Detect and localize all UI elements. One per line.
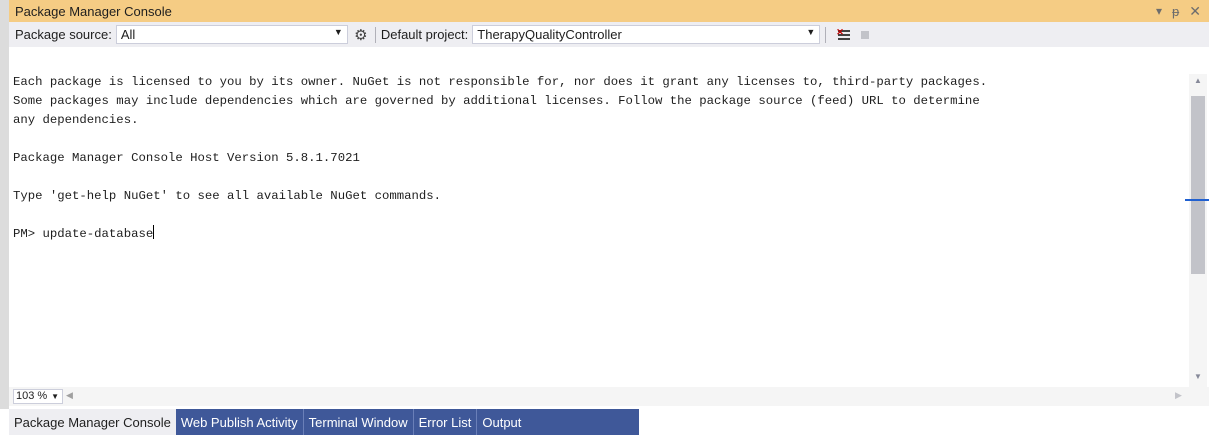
text-caret [153,225,155,239]
tab-web-publish-activity[interactable]: Web Publish Activity [176,409,304,435]
console-input-line[interactable]: PM> update-database [13,225,1175,244]
tab-output[interactable]: Output [477,409,526,435]
default-project-value: TherapyQualityController [477,27,622,42]
dropdown-icon[interactable]: ▾ [1156,4,1162,18]
close-icon[interactable]: ✕ [1189,3,1201,20]
vertical-scrollbar[interactable]: ▲ ▼ [1189,74,1207,387]
tab-terminal-window[interactable]: Terminal Window [304,409,414,435]
gear-icon[interactable]: ⚙ [352,26,370,44]
window-title: Package Manager Console [15,3,172,19]
console-text: Each package is licensed to you by its o… [13,73,1175,244]
toolbar-separator [374,26,376,43]
stop-icon[interactable] [861,30,870,39]
scroll-up-icon[interactable]: ▲ [1194,76,1202,85]
zoom-value: 103 % [16,390,48,402]
console-line: any dependencies. [13,113,139,127]
zoom-select[interactable]: 103 % ▼ [13,389,63,404]
toolbar-separator [825,26,827,43]
scroll-down-icon[interactable]: ▼ [1194,372,1202,381]
console-line: Package Manager Console Host Version 5.8… [13,151,360,165]
chevron-down-icon: ▼ [51,392,59,401]
tool-window-titlebar[interactable]: Package Manager Console ▾ ᵽ ✕ [0,0,1209,22]
tab-error-list[interactable]: Error List [414,409,478,435]
scroll-right-icon[interactable]: ▶ [1175,390,1182,401]
console-toolbar: Package source: All ▼ ⚙ Default project:… [0,22,1209,47]
package-source-label: Package source: [15,27,112,42]
bottom-tab-strip: Package Manager Console Web Publish Acti… [0,409,1209,435]
default-project-select[interactable]: TherapyQualityController ▼ [472,25,821,44]
console-line: Each package is licensed to you by its o… [13,75,988,89]
scroll-position-marker [1185,199,1209,201]
clear-console-icon[interactable]: ✕ [835,27,853,40]
console-command: PM> update-database [13,227,154,241]
scroll-left-icon[interactable]: ◀ [66,390,73,401]
console-line: Some packages may include dependencies w… [13,94,980,108]
default-project-label: Default project: [380,27,469,42]
chevron-down-icon: ▼ [333,27,343,37]
console-line: Type 'get-help NuGet' to see all availab… [13,189,442,203]
horizontal-scrollbar[interactable]: 103 % ▼ ◀ ▶ [0,387,1209,406]
scrollbar-thumb[interactable] [1191,96,1205,274]
pin-icon[interactable]: ᵽ [1172,4,1179,19]
package-source-select[interactable]: All ▼ [115,25,348,44]
package-source-value: All [120,27,136,42]
tab-package-manager-console[interactable]: Package Manager Console [9,409,176,435]
chevron-down-icon: ▼ [806,27,816,37]
